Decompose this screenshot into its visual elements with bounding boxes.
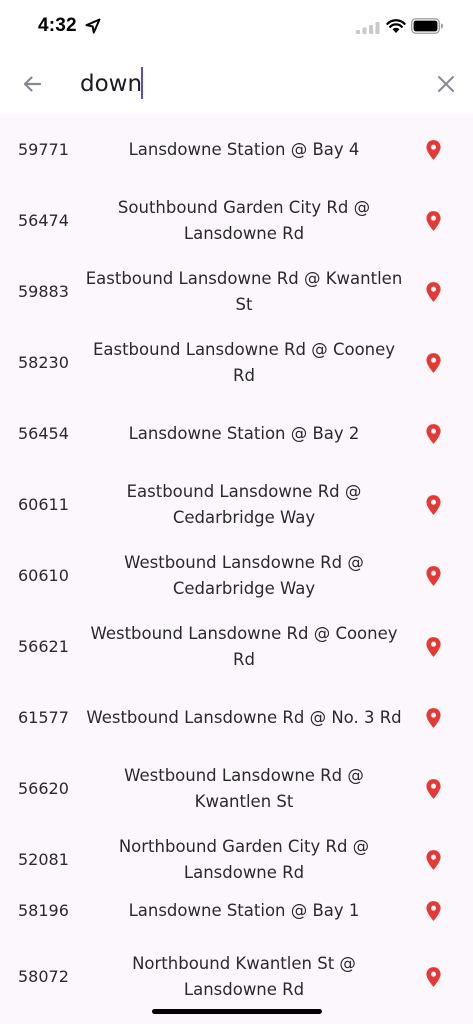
cellular-signal-icon: [356, 22, 380, 34]
stop-number: 61577: [18, 708, 69, 727]
map-pin-icon[interactable]: [422, 941, 444, 1012]
map-pin-icon[interactable]: [422, 875, 444, 946]
stop-name: Lansdowne Station @ Bay 4: [128, 139, 360, 159]
list-item[interactable]: 59771 Lansdowne Station @ Bay 4: [0, 114, 473, 185]
stop-number: 58230: [18, 353, 69, 372]
list-item[interactable]: 56620 Westbound Lansdowne Rd @ Kwantlen …: [0, 753, 473, 824]
stop-name: Southbound Garden City Rd @ Lansdowne Rd: [117, 197, 371, 243]
status-bar: 4:32: [0, 0, 473, 54]
stop-name: Eastbound Lansdowne Rd @ Cooney Rd: [92, 339, 396, 385]
map-pin-icon[interactable]: [422, 114, 444, 185]
clear-search-button[interactable]: [430, 68, 462, 100]
search-input[interactable]: [80, 64, 410, 104]
list-item[interactable]: 60610 Westbound Lansdowne Rd @ Cedarbrid…: [0, 540, 473, 611]
list-item[interactable]: 58196 Lansdowne Station @ Bay 1: [0, 875, 473, 946]
back-button[interactable]: [16, 68, 48, 100]
map-pin-icon[interactable]: [422, 540, 444, 611]
stop-name: Westbound Lansdowne Rd @ Cedarbridge Way: [124, 552, 364, 598]
close-icon: [438, 76, 454, 92]
map-pin-icon[interactable]: [422, 256, 444, 327]
stop-name: Westbound Lansdowne Rd @ Kwantlen St: [124, 765, 364, 811]
map-pin-icon[interactable]: [422, 398, 444, 469]
arrow-left-icon: [23, 76, 42, 92]
map-pin-icon[interactable]: [422, 753, 444, 824]
battery-icon: [411, 18, 443, 34]
stop-name: Lansdowne Station @ Bay 1: [128, 900, 360, 920]
stop-number: 58072: [18, 967, 69, 986]
map-pin-icon[interactable]: [422, 185, 444, 256]
stop-number: 60610: [18, 566, 69, 585]
list-item[interactable]: 58230 Eastbound Lansdowne Rd @ Cooney Rd: [0, 327, 473, 398]
list-item[interactable]: 61577 Westbound Lansdowne Rd @ No. 3 Rd: [0, 682, 473, 753]
stop-number: 59771: [18, 140, 69, 159]
map-pin-icon[interactable]: [422, 682, 444, 753]
location-arrow-icon: [85, 18, 101, 34]
search-bar: [0, 54, 473, 114]
status-time: 4:32: [38, 15, 77, 36]
stop-number: 56454: [18, 424, 69, 443]
map-pin-icon[interactable]: [422, 469, 444, 540]
wifi-icon: [386, 19, 406, 33]
stop-name: Eastbound Lansdowne Rd @ Cedarbridge Way: [126, 481, 362, 527]
stop-number: 60611: [18, 495, 69, 514]
list-item[interactable]: 59883 Eastbound Lansdowne Rd @ Kwantlen …: [0, 256, 473, 327]
map-pin-icon[interactable]: [422, 611, 444, 682]
stop-name: Westbound Lansdowne Rd @ No. 3 Rd: [86, 707, 402, 727]
stop-name: Eastbound Lansdowne Rd @ Kwantlen St: [85, 268, 403, 314]
list-item[interactable]: 58072 Northbound Kwantlen St @ Lansdowne…: [0, 941, 473, 1012]
stop-name: Northbound Kwantlen St @ Lansdowne Rd: [132, 953, 356, 999]
stop-number: 58196: [18, 901, 69, 920]
results-list: 59771 Lansdowne Station @ Bay 4 56474 So…: [0, 114, 473, 1024]
stop-name: Lansdowne Station @ Bay 2: [128, 423, 360, 443]
stop-number: 59883: [18, 282, 69, 301]
home-indicator: [152, 1009, 322, 1014]
list-item[interactable]: 56454 Lansdowne Station @ Bay 2: [0, 398, 473, 469]
text-caret: [141, 67, 143, 99]
stop-number: 56620: [18, 779, 69, 798]
map-pin-icon[interactable]: [422, 327, 444, 398]
list-item[interactable]: 56474 Southbound Garden City Rd @ Lansdo…: [0, 185, 473, 256]
stop-number: 56621: [18, 637, 69, 656]
list-item[interactable]: 56621 Westbound Lansdowne Rd @ Cooney Rd: [0, 611, 473, 682]
stop-number: 56474: [18, 211, 69, 230]
list-item[interactable]: 60611 Eastbound Lansdowne Rd @ Cedarbrid…: [0, 469, 473, 540]
stop-name: Westbound Lansdowne Rd @ Cooney Rd: [90, 623, 398, 669]
